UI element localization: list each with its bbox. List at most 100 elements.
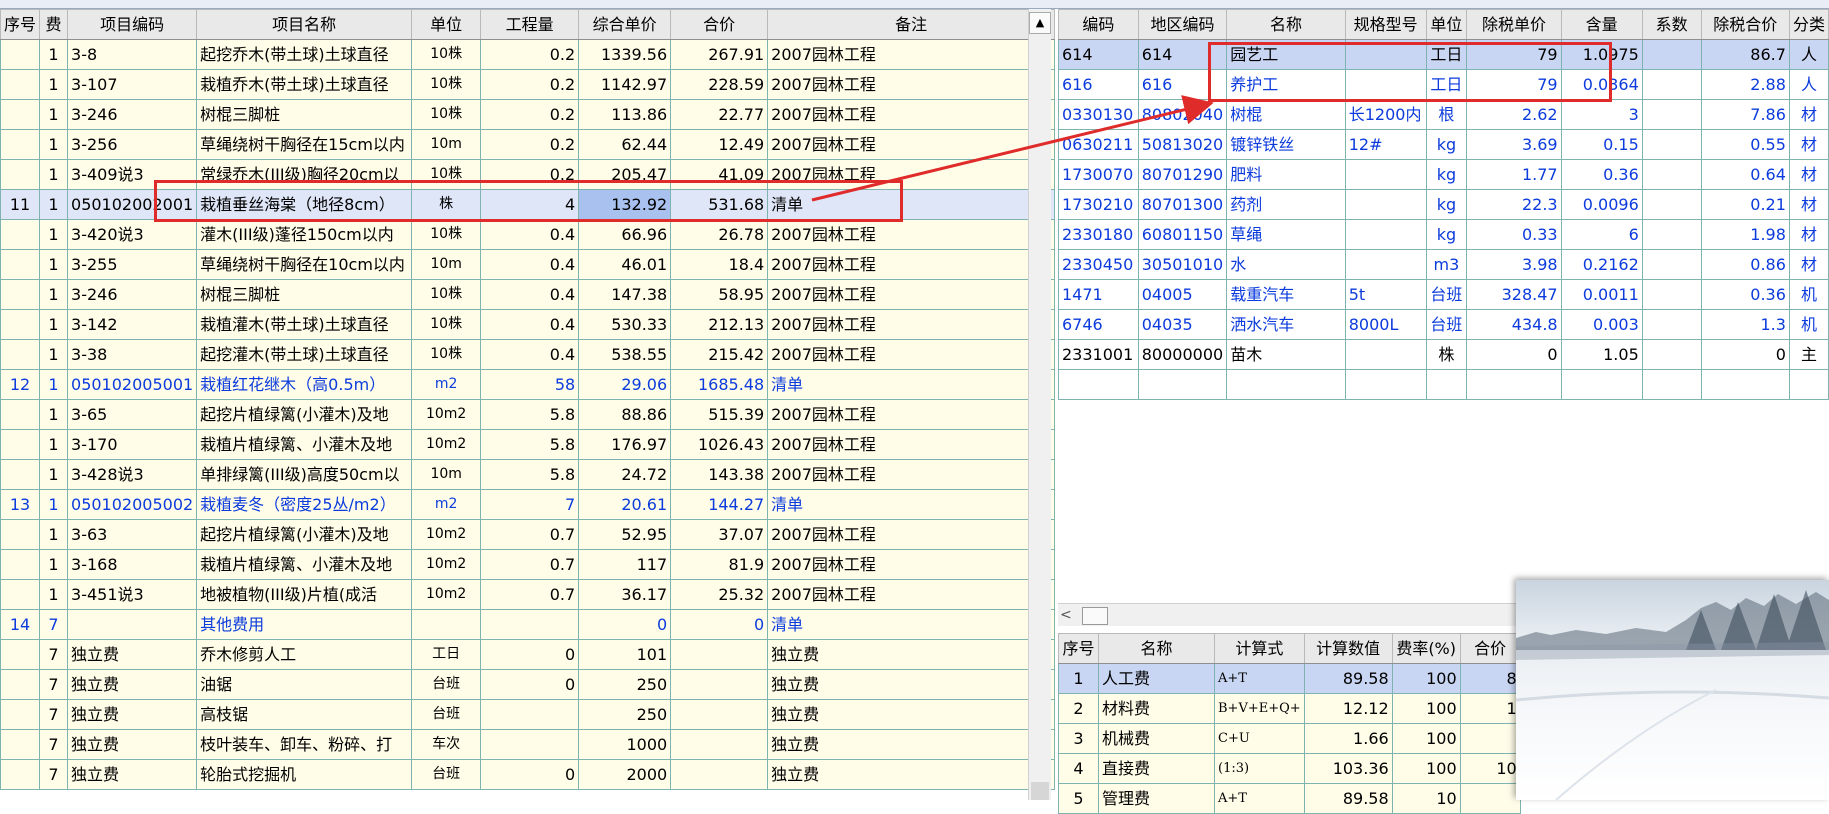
cell-code[interactable]: 3-256 xyxy=(67,129,198,160)
cell-total[interactable]: 81.9 xyxy=(670,549,769,580)
cell-unit[interactable]: 10株 xyxy=(411,99,482,130)
cell-total[interactable]: 228.59 xyxy=(670,69,769,100)
cell-seq[interactable] xyxy=(0,429,41,460)
cell-region[interactable]: 80701290 xyxy=(1137,159,1228,190)
cell-total[interactable]: 8 xyxy=(1459,663,1521,694)
cell-unit[interactable]: 10m2 xyxy=(411,579,482,610)
table-row[interactable]: 1730210 80701300 药剂 kg 22.3 0.0096 0.21 材 xyxy=(1058,189,1829,220)
cell-seq[interactable] xyxy=(0,459,41,490)
cell-note[interactable]: 独立费 xyxy=(767,669,1056,700)
cell-seq[interactable] xyxy=(0,699,41,730)
table-row[interactable]: 4 直接费 (1:3) 103.36 100 10 xyxy=(1058,753,1521,784)
cell-price[interactable]: 52.95 xyxy=(578,519,672,550)
cell-fee[interactable]: 1 xyxy=(39,579,69,610)
cell-seq[interactable]: 3 xyxy=(1058,723,1099,754)
cell-qty[interactable] xyxy=(480,609,580,640)
cell-name[interactable]: 枝叶装车、卸车、粉碎、打 xyxy=(196,729,413,760)
cell-qty[interactable]: 0.4 xyxy=(480,279,580,310)
cell-content[interactable]: 0.2162 xyxy=(1560,249,1643,280)
table-row[interactable]: 1 3-168 栽植片植绿篱、小灌木及地 10m2 0.7 117 81.9 2007园林工程 xyxy=(0,549,1056,580)
cell-cat[interactable]: 主 xyxy=(1788,339,1829,370)
cell-seq[interactable] xyxy=(0,639,41,670)
cell-fee[interactable]: 7 xyxy=(39,699,69,730)
cell-note[interactable]: 2007园林工程 xyxy=(767,579,1056,610)
table-row[interactable]: 1 3-38 起挖灌木(带土球)土球直径 10株 0.4 538.55 215.42 2007… xyxy=(0,339,1056,370)
cell-cat[interactable]: 人 xyxy=(1788,39,1829,70)
cell-seq[interactable] xyxy=(0,669,41,700)
cell-unit[interactable]: 10m xyxy=(411,129,482,160)
cell-qty[interactable]: 5.8 xyxy=(480,399,580,430)
cell-total[interactable]: 1685.48 xyxy=(670,369,769,400)
cell-unit[interactable]: 工日 xyxy=(411,639,482,670)
cell-content[interactable]: 6 xyxy=(1560,219,1643,250)
cell-note[interactable]: 清单 xyxy=(767,369,1056,400)
cell-seq[interactable]: 5 xyxy=(1058,783,1099,814)
cell-code[interactable]: 1730070 xyxy=(1058,159,1139,190)
cell-name[interactable]: 栽植麦冬（密度25丛/m2） xyxy=(196,489,413,520)
cell-name[interactable]: 其他费用 xyxy=(196,609,413,640)
table-row[interactable]: 1 3-420说3 灌木(III级)蓬径150cm以内 10株 0.4 66.96 26.7… xyxy=(0,219,1056,250)
left-header-cell[interactable]: 单位 xyxy=(411,9,482,40)
table-row[interactable]: 2 材料费 B+V+E+Q+ 12.12 100 1 xyxy=(1058,693,1521,724)
left-header-cell[interactable]: 合价 xyxy=(670,9,769,40)
cell-coef[interactable] xyxy=(1641,189,1702,220)
cell-code[interactable]: 3-168 xyxy=(67,549,198,580)
cell-seq[interactable] xyxy=(0,129,41,160)
cell-name[interactable] xyxy=(1226,369,1346,400)
cell-region[interactable]: 30501010 xyxy=(1137,249,1228,280)
cell-name[interactable]: 苗木 xyxy=(1226,339,1346,370)
table-row[interactable]: 5 管理费 A+T 89.58 10 xyxy=(1058,783,1521,814)
cell-fee[interactable]: 1 xyxy=(39,369,69,400)
cell-total[interactable] xyxy=(1459,723,1521,754)
cell-note[interactable]: 独立费 xyxy=(767,639,1056,670)
cell-price[interactable]: 1339.56 xyxy=(578,39,672,70)
cell-name[interactable]: 材料费 xyxy=(1098,693,1215,724)
cell-seq[interactable] xyxy=(0,729,41,760)
cell-note[interactable]: 2007园林工程 xyxy=(767,39,1056,70)
table-row[interactable]: 1730070 80701290 肥料 kg 1.77 0.36 0.64 材 xyxy=(1058,159,1829,190)
left-header-cell[interactable]: 项目名称 xyxy=(196,9,413,40)
cell-name[interactable]: 草绳绕树干胸径在15cm以内 xyxy=(196,129,413,160)
cell-value[interactable]: 1.66 xyxy=(1303,723,1393,754)
cell-qty[interactable]: 0 xyxy=(480,639,580,670)
cell-coef[interactable] xyxy=(1641,249,1702,280)
resource-header-cell[interactable]: 含量 xyxy=(1560,9,1643,40)
scroll-up-icon[interactable]: ▲ xyxy=(1029,12,1051,34)
cell-code[interactable]: 2330450 xyxy=(1058,249,1139,280)
cell-unit[interactable]: kg xyxy=(1425,219,1468,250)
scroll-left-icon[interactable]: < xyxy=(1060,607,1072,623)
table-row[interactable]: 7 独立费 高枝锯 台班 250 独立费 xyxy=(0,699,1056,730)
cell-unit[interactable]: 10m2 xyxy=(411,519,482,550)
cell-total[interactable]: 144.27 xyxy=(670,489,769,520)
cell-coef[interactable] xyxy=(1641,39,1702,70)
cell-seq[interactable] xyxy=(0,399,41,430)
cell-price[interactable]: 101 xyxy=(578,639,672,670)
cell-unit[interactable]: kg xyxy=(1425,189,1468,220)
cell-cat[interactable]: 材 xyxy=(1788,129,1829,160)
cell-content[interactable]: 3 xyxy=(1560,99,1643,130)
cell-name[interactable]: 起挖灌木(带土球)土球直径 xyxy=(196,339,413,370)
cell-region[interactable]: 60801150 xyxy=(1137,219,1228,250)
cell-qty[interactable]: 0.4 xyxy=(480,219,580,250)
cell-total[interactable]: 1.3 xyxy=(1700,309,1790,340)
cell-region[interactable]: 80701300 xyxy=(1137,189,1228,220)
cell-seq[interactable] xyxy=(0,279,41,310)
cell-rate[interactable]: 10 xyxy=(1391,783,1461,814)
cell-rate[interactable]: 100 xyxy=(1391,663,1461,694)
cell-unit[interactable]: 台班 xyxy=(1425,309,1468,340)
cell-fee[interactable]: 1 xyxy=(39,279,69,310)
cell-note[interactable]: 独立费 xyxy=(767,699,1056,730)
cell-name[interactable]: 栽植片植绿篱、小灌木及地 xyxy=(196,549,413,580)
table-row[interactable]: 1 3-451说3 地被植物(III级)片植(成活 10m2 0.7 36.17 25.32… xyxy=(0,579,1056,610)
table-row[interactable]: 1 人工费 A+T 89.58 100 8 xyxy=(1058,663,1521,694)
cell-coef[interactable] xyxy=(1641,129,1702,160)
table-row[interactable]: 3 机械费 C+U 1.66 100 xyxy=(1058,723,1521,754)
cell-note[interactable]: 2007园林工程 xyxy=(767,309,1056,340)
cell-code[interactable]: 1471 xyxy=(1058,279,1139,310)
table-row[interactable]: 2331001 80000000 苗木株 0 1.05 0 主 xyxy=(1058,339,1829,370)
cell-formula[interactable]: B+V+E+Q+ xyxy=(1214,693,1305,724)
left-header-cell[interactable]: 序号 xyxy=(0,9,41,40)
cell-qty[interactable]: 58 xyxy=(480,369,580,400)
cell-seq[interactable] xyxy=(0,309,41,340)
cell-qty[interactable]: 0 xyxy=(480,759,580,790)
